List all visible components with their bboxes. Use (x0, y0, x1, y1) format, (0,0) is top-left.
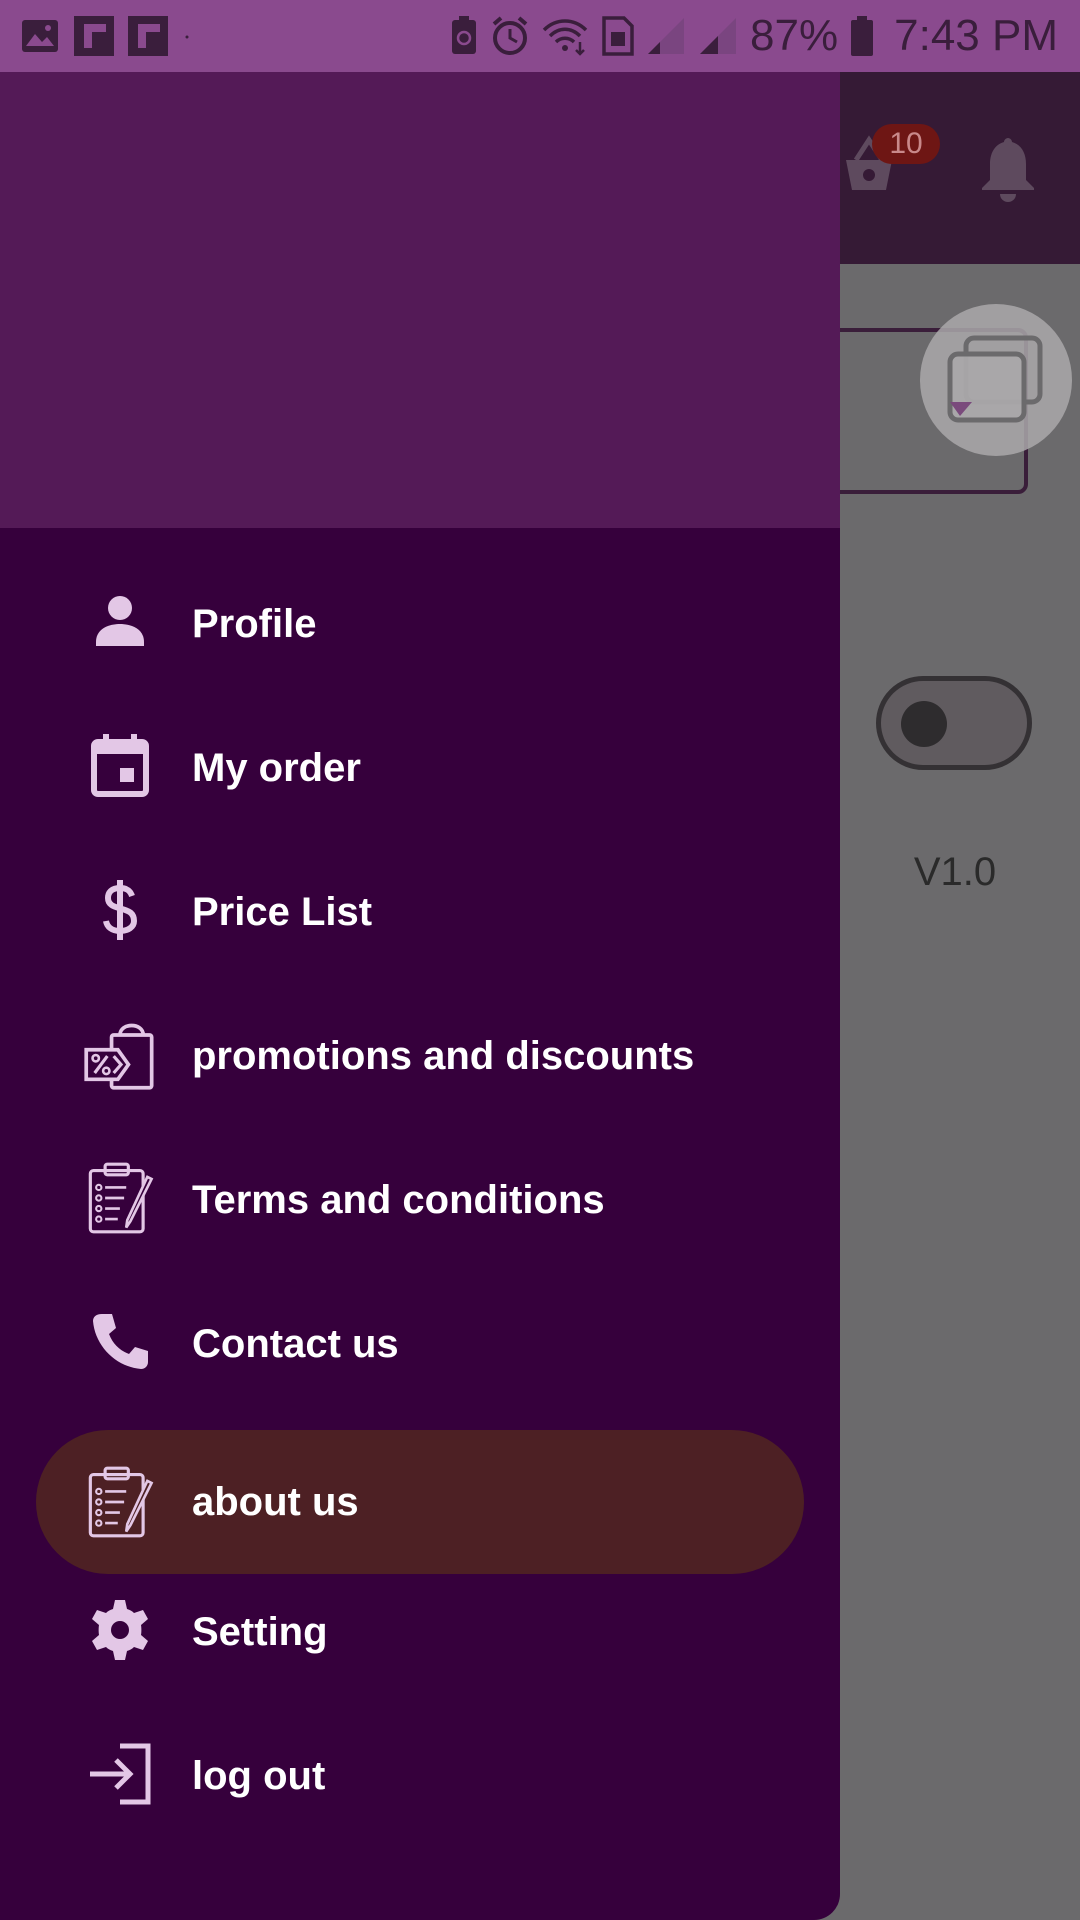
battery-icon (851, 16, 874, 56)
app-version: V1.0 (913, 850, 997, 894)
toggle-switch[interactable] (876, 676, 1032, 770)
status-bar: 87% 7:43 PM (0, 0, 1080, 72)
menu-item-profile[interactable]: Profile (0, 552, 840, 696)
flipboard-icon (128, 16, 168, 56)
menu-item-terms[interactable]: Terms and conditions (0, 1128, 840, 1272)
alarm-icon (492, 16, 528, 55)
clock-time: 7:43 PM (894, 11, 1058, 60)
floating-window-button[interactable] (920, 304, 1072, 456)
menu-item-label: log out (192, 1754, 326, 1798)
toggle-knob (901, 701, 947, 747)
menu-item-label: Setting (192, 1610, 328, 1654)
menu-item-label: about us (192, 1480, 359, 1524)
bell-icon[interactable] (978, 134, 1038, 202)
navigation-drawer: Profile My order Price List promotions a… (0, 72, 840, 1920)
menu-item-price-list[interactable]: Price List (0, 840, 840, 984)
menu-item-label: Contact us (192, 1322, 399, 1366)
menu-item-label: Terms and conditions (192, 1178, 605, 1222)
signal-icon (700, 18, 737, 54)
drawer-menu: Profile My order Price List promotions a… (0, 552, 840, 1848)
menu-item-label: promotions and discounts (192, 1034, 695, 1078)
menu-item-log-out[interactable]: log out (0, 1704, 840, 1848)
menu-item-my-order[interactable]: My order (0, 696, 840, 840)
menu-item-setting[interactable]: Setting (0, 1560, 840, 1704)
flipboard-icon (74, 16, 114, 56)
windows-stack-icon (947, 335, 1043, 423)
gear-icon (92, 1600, 148, 1660)
drawer-header (0, 72, 840, 528)
image-icon (22, 20, 58, 52)
battery-percent: 87% (750, 11, 839, 60)
cart-count-badge: 10 (872, 124, 940, 164)
clipboard-icon (88, 1466, 154, 1538)
logout-icon (90, 1743, 151, 1805)
shopping-bag-discount-icon (84, 1023, 154, 1090)
clipboard-icon (88, 1162, 154, 1234)
menu-item-contact-us[interactable]: Contact us (0, 1272, 840, 1416)
signal-icon (648, 18, 685, 54)
menu-item-label: My order (192, 746, 361, 790)
menu-item-label: Price List (192, 890, 373, 934)
dot-icon (185, 35, 189, 39)
phone-icon (93, 1314, 148, 1369)
menu-item-promotions[interactable]: promotions and discounts (0, 984, 840, 1128)
calendar-icon (91, 734, 149, 797)
dollar-icon (103, 880, 138, 940)
battery-saver-icon (452, 16, 477, 54)
menu-item-label: Profile (192, 602, 317, 646)
menu-item-about-us[interactable]: about us (0, 1416, 840, 1574)
person-icon (96, 596, 144, 646)
wifi-icon (542, 19, 588, 56)
sim-icon (602, 16, 634, 56)
